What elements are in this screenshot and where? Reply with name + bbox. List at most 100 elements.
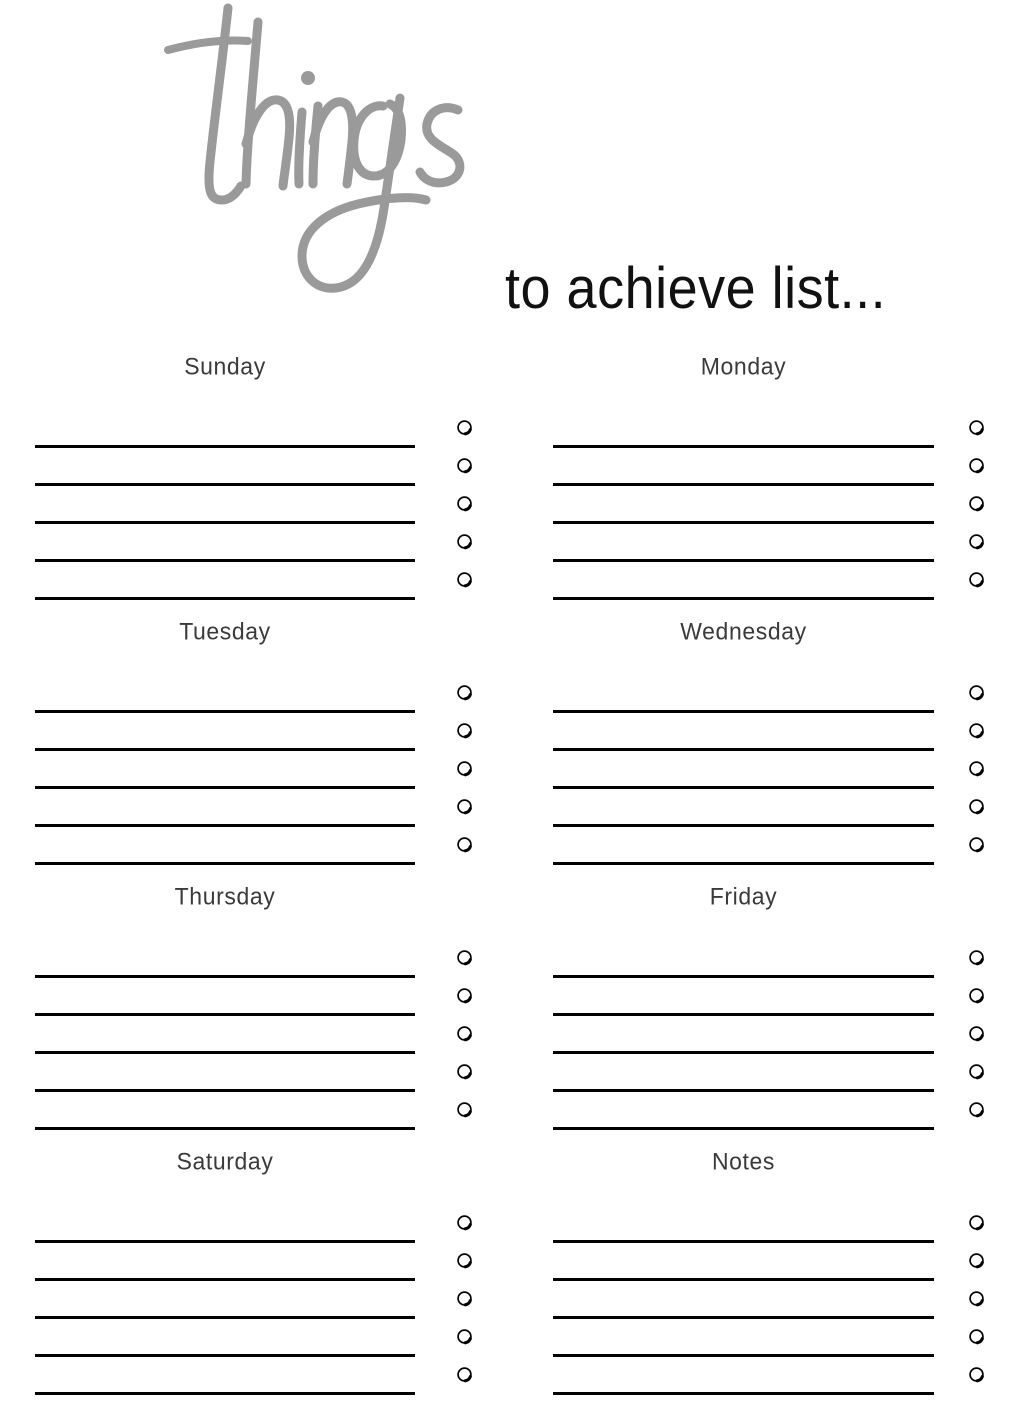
write-line[interactable] — [35, 1013, 415, 1016]
section-title-wednesday: Wednesday — [680, 617, 807, 645]
lines-area-sunday — [35, 407, 472, 607]
circle-checkbox-icon[interactable] — [968, 987, 985, 1004]
write-line[interactable] — [553, 824, 934, 827]
sections-grid: Sunday Monday Tuesday Wednesday Thursday… — [0, 340, 1024, 1400]
circle-checkbox-icon[interactable] — [456, 1366, 473, 1383]
circle-checkbox-icon[interactable] — [456, 1101, 473, 1118]
circle-checkbox-icon[interactable] — [968, 836, 985, 853]
subtitle-to-achieve-list: to achieve list... — [505, 256, 887, 321]
write-line[interactable] — [35, 975, 415, 978]
write-line[interactable] — [35, 1051, 415, 1054]
write-line[interactable] — [553, 748, 934, 751]
circle-checkbox-icon[interactable] — [456, 571, 473, 588]
write-line[interactable] — [553, 786, 934, 789]
write-line[interactable] — [35, 862, 415, 865]
page-header: to achieve list... — [0, 0, 1024, 340]
circle-checkbox-icon[interactable] — [968, 798, 985, 815]
circle-checkbox-icon[interactable] — [456, 949, 473, 966]
section-thursday: Thursday — [0, 870, 512, 1135]
write-line[interactable] — [553, 1013, 934, 1016]
circle-checkbox-icon[interactable] — [456, 1063, 473, 1080]
write-line[interactable] — [35, 710, 415, 713]
write-line[interactable] — [553, 483, 934, 486]
write-line[interactable] — [553, 445, 934, 448]
circle-checkbox-icon[interactable] — [456, 987, 473, 1004]
circle-checkbox-icon[interactable] — [968, 571, 985, 588]
write-line[interactable] — [35, 1392, 415, 1395]
lines-area-tuesday — [35, 672, 472, 872]
circle-checkbox-icon[interactable] — [968, 1214, 985, 1231]
write-line[interactable] — [553, 1392, 934, 1395]
lines-area-monday — [553, 407, 984, 607]
circle-checkbox-icon[interactable] — [968, 1063, 985, 1080]
write-line[interactable] — [35, 445, 415, 448]
write-line[interactable] — [553, 1127, 934, 1130]
circle-checkbox-icon[interactable] — [456, 1252, 473, 1269]
circle-checkbox-icon[interactable] — [968, 457, 985, 474]
circle-checkbox-icon[interactable] — [456, 495, 473, 512]
circle-checkbox-icon[interactable] — [456, 1025, 473, 1042]
circle-checkbox-icon[interactable] — [456, 684, 473, 701]
section-friday: Friday — [512, 870, 1024, 1135]
section-title-monday: Monday — [700, 352, 787, 380]
write-line[interactable] — [35, 521, 415, 524]
circle-checkbox-icon[interactable] — [968, 1328, 985, 1345]
section-title-tuesday: Tuesday — [179, 617, 271, 645]
circle-checkbox-icon[interactable] — [968, 1025, 985, 1042]
circle-checkbox-icon[interactable] — [968, 533, 985, 550]
write-line[interactable] — [553, 862, 934, 865]
lines-area-notes — [553, 1202, 984, 1402]
circle-checkbox-icon[interactable] — [968, 722, 985, 739]
section-title-thursday: Thursday — [174, 882, 276, 910]
circle-checkbox-icon[interactable] — [456, 1214, 473, 1231]
circle-checkbox-icon[interactable] — [456, 722, 473, 739]
section-saturday: Saturday — [0, 1135, 512, 1400]
section-title-sunday: Sunday — [184, 352, 266, 380]
write-line[interactable] — [553, 597, 934, 600]
write-line[interactable] — [553, 975, 934, 978]
write-line[interactable] — [35, 1089, 415, 1092]
circle-checkbox-icon[interactable] — [968, 760, 985, 777]
circle-checkbox-icon[interactable] — [456, 419, 473, 436]
circle-checkbox-icon[interactable] — [968, 1252, 985, 1269]
circle-checkbox-icon[interactable] — [456, 1290, 473, 1307]
circle-checkbox-icon[interactable] — [456, 1328, 473, 1345]
write-line[interactable] — [553, 1240, 934, 1243]
write-line[interactable] — [553, 521, 934, 524]
write-line[interactable] — [35, 597, 415, 600]
circle-checkbox-icon[interactable] — [456, 798, 473, 815]
write-line[interactable] — [35, 786, 415, 789]
circle-checkbox-icon[interactable] — [968, 684, 985, 701]
circle-checkbox-icon[interactable] — [968, 495, 985, 512]
write-line[interactable] — [553, 559, 934, 562]
write-line[interactable] — [35, 824, 415, 827]
circle-checkbox-icon[interactable] — [456, 836, 473, 853]
lines-area-wednesday — [553, 672, 984, 872]
write-line[interactable] — [35, 1278, 415, 1281]
write-line[interactable] — [553, 1051, 934, 1054]
circle-checkbox-icon[interactable] — [456, 533, 473, 550]
lines-area-thursday — [35, 937, 472, 1137]
write-line[interactable] — [35, 1354, 415, 1357]
circle-checkbox-icon[interactable] — [968, 949, 985, 966]
circle-checkbox-icon[interactable] — [968, 1366, 985, 1383]
write-line[interactable] — [553, 1316, 934, 1319]
circle-checkbox-icon[interactable] — [968, 419, 985, 436]
section-title-friday: Friday — [709, 882, 778, 910]
write-line[interactable] — [553, 1354, 934, 1357]
write-line[interactable] — [35, 483, 415, 486]
write-line[interactable] — [553, 1089, 934, 1092]
write-line[interactable] — [35, 1316, 415, 1319]
write-line[interactable] — [35, 1127, 415, 1130]
write-line[interactable] — [35, 559, 415, 562]
circle-checkbox-icon[interactable] — [968, 1290, 985, 1307]
write-line[interactable] — [553, 1278, 934, 1281]
write-line[interactable] — [35, 1240, 415, 1243]
lines-area-friday — [553, 937, 984, 1137]
circle-checkbox-icon[interactable] — [968, 1101, 985, 1118]
write-line[interactable] — [553, 710, 934, 713]
circle-checkbox-icon[interactable] — [456, 457, 473, 474]
write-line[interactable] — [35, 748, 415, 751]
circle-checkbox-icon[interactable] — [456, 760, 473, 777]
section-monday: Monday — [512, 340, 1024, 605]
